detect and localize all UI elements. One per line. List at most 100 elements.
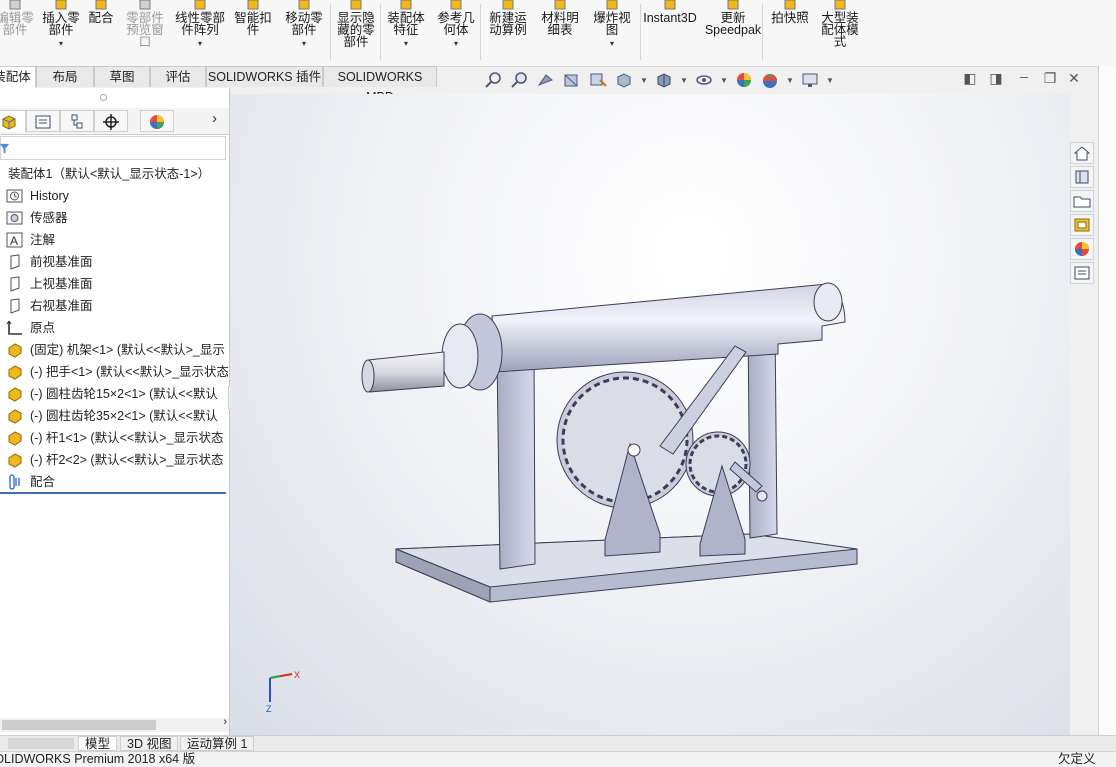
ribbon-button[interactable]: 移动零 部件 ▾	[282, 0, 326, 64]
task-pane-view-palette[interactable]	[1070, 214, 1094, 236]
section-view-icon[interactable]	[562, 70, 582, 90]
ribbon-button-icon	[95, 0, 107, 10]
tab-model[interactable]: 模型	[78, 736, 118, 751]
status-bar: SOLIDWORKS Premium 2018 x64 版 欠定义	[0, 751, 1116, 767]
ribbon-button[interactable]: 材料明 细表	[538, 0, 582, 64]
tab-assembly[interactable]: 装配体	[0, 66, 36, 88]
tree-horizontal-scrollbar[interactable]: ›	[0, 716, 229, 732]
tab-evaluate[interactable]: 评估	[150, 66, 206, 87]
tree-item-top-plane[interactable]: 上视基准面	[0, 274, 228, 294]
edit-appearance-icon[interactable]	[734, 70, 754, 90]
dropdown-caret-icon[interactable]: ▾	[590, 38, 634, 50]
ribbon-button[interactable]: 爆炸视 图 ▾	[590, 0, 634, 64]
tab-configuration-manager[interactable]	[60, 110, 94, 132]
restore-right-icon[interactable]: ◨	[988, 70, 1004, 86]
tree-root-label: 装配体1（默认<默认_显示状态-1>）	[8, 167, 211, 181]
task-pane-appearances[interactable]	[1070, 238, 1094, 260]
ribbon-button[interactable]: 显示隐 藏的零 部件	[334, 0, 378, 64]
tree-filter-bar[interactable]	[0, 136, 226, 160]
view-orientation-dropdown-icon[interactable]: ▼	[640, 76, 648, 85]
tab-layout[interactable]: 布局	[36, 66, 94, 87]
manager-tabs: ›	[0, 108, 229, 135]
ribbon-button-label: 更新 Speedpak	[704, 11, 762, 37]
dropdown-caret-icon[interactable]: ▾	[282, 38, 326, 50]
ribbon-button[interactable]: 更新 Speedpak	[704, 0, 762, 64]
view-settings-dropdown-icon[interactable]: ▼	[826, 76, 834, 85]
tree-item-component[interactable]: (固定) 机架<1> (默认<<默认>_显示	[0, 340, 228, 360]
assembly-model[interactable]	[230, 94, 1070, 735]
tree-item-component[interactable]: (-) 圆柱齿轮35×2<1> (默认<<默认	[0, 406, 228, 426]
view-settings-icon[interactable]	[800, 70, 820, 90]
tab-sketch[interactable]: 草图	[94, 66, 150, 87]
task-pane-design-library[interactable]	[1070, 166, 1094, 188]
scrollbar-thumb[interactable]	[2, 720, 156, 730]
scene-dropdown-icon[interactable]: ▼	[786, 76, 794, 85]
hide-show-dropdown-icon[interactable]: ▼	[720, 76, 728, 85]
tree-item-annotations[interactable]: A 注解	[0, 230, 228, 250]
dropdown-caret-icon[interactable]: ▾	[172, 38, 228, 50]
heads-up-view-toolbar: ▼ ▼ ▼ ▼ ▼	[480, 68, 840, 94]
ribbon-button[interactable]: 配合	[86, 0, 116, 64]
coordinate-triad: X Z	[266, 670, 300, 714]
filter-icon[interactable]	[0, 143, 10, 154]
hide-show-items-icon[interactable]	[694, 70, 714, 90]
tree-item-component[interactable]: (-) 把手<1> (默认<<默认>_显示状态	[0, 362, 228, 382]
tree-item-right-plane[interactable]: 右视基准面	[0, 296, 228, 316]
tab-3d-views[interactable]: 3D 视图	[120, 736, 179, 751]
maximize-icon[interactable]: ❐	[1042, 70, 1058, 86]
task-pane-collapsed-edge[interactable]	[1098, 66, 1116, 735]
tree-item-origin[interactable]: 原点	[0, 318, 228, 338]
tree-root-assembly[interactable]: 装配体1（默认<默认_显示状态-1>）	[0, 164, 228, 184]
zoom-to-area-icon[interactable]	[510, 70, 530, 90]
zoom-to-fit-icon[interactable]	[484, 70, 504, 90]
tree-item-front-plane[interactable]: 前视基准面	[0, 252, 228, 272]
ribbon-button[interactable]: Instant3D	[642, 0, 698, 64]
tree-end-marker	[0, 492, 226, 494]
ribbon-button[interactable]: 大型装 配体模 式	[818, 0, 862, 64]
scroll-right-icon[interactable]: ›	[223, 716, 227, 728]
tab-dimxpert-manager[interactable]	[94, 110, 128, 132]
tree-item-component[interactable]: (-) 杆2<2> (默认<<默认>_显示状态	[0, 450, 228, 470]
tab-navigation-arrows[interactable]	[8, 738, 74, 749]
graphics-area[interactable]: X Z	[230, 94, 1070, 735]
tab-solidworks-mbd[interactable]: SOLIDWORKS MBD	[323, 66, 437, 104]
tree-item-component[interactable]: (-) 杆1<1> (默认<<默认>_显示状态	[0, 428, 228, 448]
tab-property-manager[interactable]	[26, 110, 60, 132]
dynamic-annotation-icon[interactable]	[588, 70, 608, 90]
ribbon-button[interactable]: 参考几 何体 ▾	[434, 0, 478, 64]
dropdown-caret-icon[interactable]: ▾	[40, 38, 82, 50]
ribbon-button[interactable]: 插入零 部件 ▾	[40, 0, 82, 64]
chevron-right-icon[interactable]: ›	[212, 110, 217, 127]
ribbon-button-icon	[400, 0, 412, 10]
minimize-icon[interactable]: –	[1016, 68, 1032, 84]
dropdown-caret-icon[interactable]: ▾	[384, 38, 428, 50]
restore-left-icon[interactable]: ◧	[962, 70, 978, 86]
task-pane-file-explorer[interactable]	[1070, 190, 1094, 212]
task-pane-home[interactable]	[1070, 142, 1094, 164]
ribbon-button[interactable]: 装配体 特征 ▾	[384, 0, 428, 64]
ribbon-button[interactable]: 拍快照	[768, 0, 812, 64]
display-style-icon[interactable]	[654, 70, 674, 90]
tab-motion-study-1[interactable]: 运动算例 1	[180, 736, 255, 751]
tree-item-sensors[interactable]: 传感器	[0, 208, 228, 228]
dropdown-caret-icon[interactable]: ▾	[434, 38, 478, 50]
tab-solidworks-addins[interactable]: SOLIDWORKS 插件	[206, 66, 323, 87]
tab-feature-manager[interactable]	[0, 110, 26, 132]
tab-display-manager[interactable]	[140, 110, 174, 132]
tree-item-component[interactable]: (-) 圆柱齿轮15×2<1> (默认<<默认	[0, 384, 228, 404]
tree-item-history[interactable]: History	[0, 186, 228, 206]
view-orientation-icon[interactable]	[614, 70, 634, 90]
close-icon[interactable]: ✕	[1066, 70, 1082, 86]
tree-item-mates[interactable]: 配合	[0, 472, 228, 492]
display-style-dropdown-icon[interactable]: ▼	[680, 76, 688, 85]
ribbon-button[interactable]: 智能扣 件	[232, 0, 274, 64]
task-pane-custom-properties[interactable]	[1070, 262, 1094, 284]
ribbon-button[interactable]: 线性零部 件阵列 ▾	[172, 0, 228, 64]
ribbon-button[interactable]: 新建运 动算例	[486, 0, 530, 64]
apply-scene-icon[interactable]	[760, 70, 780, 90]
ribbon-button[interactable]: 编辑零 部件	[0, 0, 40, 64]
ribbon-button[interactable]: 零部件 预览窗 口	[122, 0, 168, 64]
previous-view-icon[interactable]	[536, 70, 556, 90]
panel-grip-icon[interactable]	[100, 94, 107, 101]
dimxpert-icon	[103, 114, 119, 130]
